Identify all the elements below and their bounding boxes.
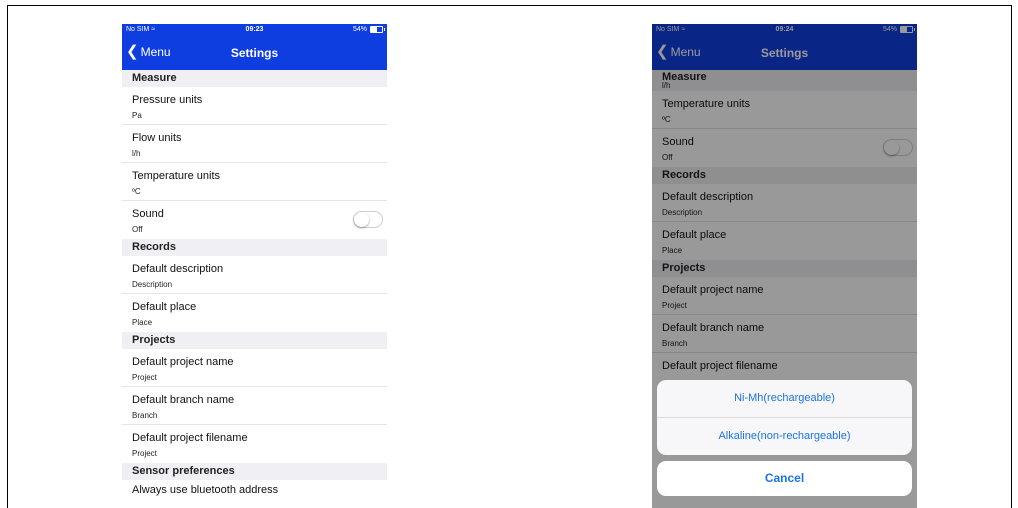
frame-border-right bbox=[1011, 5, 1012, 508]
row-flow-units[interactable]: Flow units l/h bbox=[122, 125, 387, 163]
option-ni-mh-rechargeable[interactable]: Ni-Mh(rechargeable) bbox=[657, 380, 912, 418]
battery-indicator: 54% bbox=[353, 26, 385, 33]
page-title: Settings bbox=[230, 46, 279, 60]
section-header-sensor-preferences: Sensor preferences bbox=[122, 463, 387, 480]
action-sheet-cancel-group: Cancel bbox=[657, 461, 912, 496]
sound-toggle[interactable] bbox=[353, 211, 383, 228]
section-header-projects: Projects bbox=[122, 332, 387, 349]
row-temperature-units[interactable]: Temperature units ºC bbox=[122, 163, 387, 201]
row-default-description[interactable]: Default description Description bbox=[122, 256, 387, 294]
battery-icon bbox=[370, 26, 385, 33]
cancel-button[interactable]: Cancel bbox=[657, 461, 912, 496]
row-default-place[interactable]: Default place Place bbox=[122, 294, 387, 332]
settings-screen-1: No SIM ≈ 09:23 54% ❮ Menu Settings Measure… bbox=[122, 24, 387, 508]
status-bar: No SIM ≈ 09:23 54% bbox=[122, 24, 387, 37]
row-default-branch-name[interactable]: Default branch name Branch bbox=[122, 387, 387, 425]
section-header-records: Records bbox=[122, 239, 387, 256]
row-pressure-units[interactable]: Pressure units Pa bbox=[122, 87, 387, 125]
frame-border-top bbox=[7, 5, 1012, 6]
nav-bar: ❮ Menu Settings bbox=[122, 37, 387, 70]
battery-type-action-sheet: Ni-Mh(rechargeable) Alkaline(non-recharg… bbox=[657, 380, 912, 455]
row-default-project-filename[interactable]: Default project filename Project bbox=[122, 425, 387, 463]
frame-border-left bbox=[7, 5, 8, 508]
row-default-project-name[interactable]: Default project name Project bbox=[122, 349, 387, 387]
settings-list: Measure Pressure units Pa Flow units l/h… bbox=[122, 70, 387, 508]
option-alkaline-non-rechargeable[interactable]: Alkaline(non-rechargeable) bbox=[657, 418, 912, 455]
section-header-measure: Measure bbox=[122, 70, 387, 87]
row-sound: Sound Off bbox=[122, 201, 387, 239]
clock: 09:23 bbox=[245, 26, 264, 33]
settings-screen-2: No SIM ≈ 09:24 54% ❮ Menu Settings Measure… bbox=[652, 24, 917, 508]
row-always-use-bluetooth-address[interactable]: Always use bluetooth address bbox=[122, 480, 387, 508]
